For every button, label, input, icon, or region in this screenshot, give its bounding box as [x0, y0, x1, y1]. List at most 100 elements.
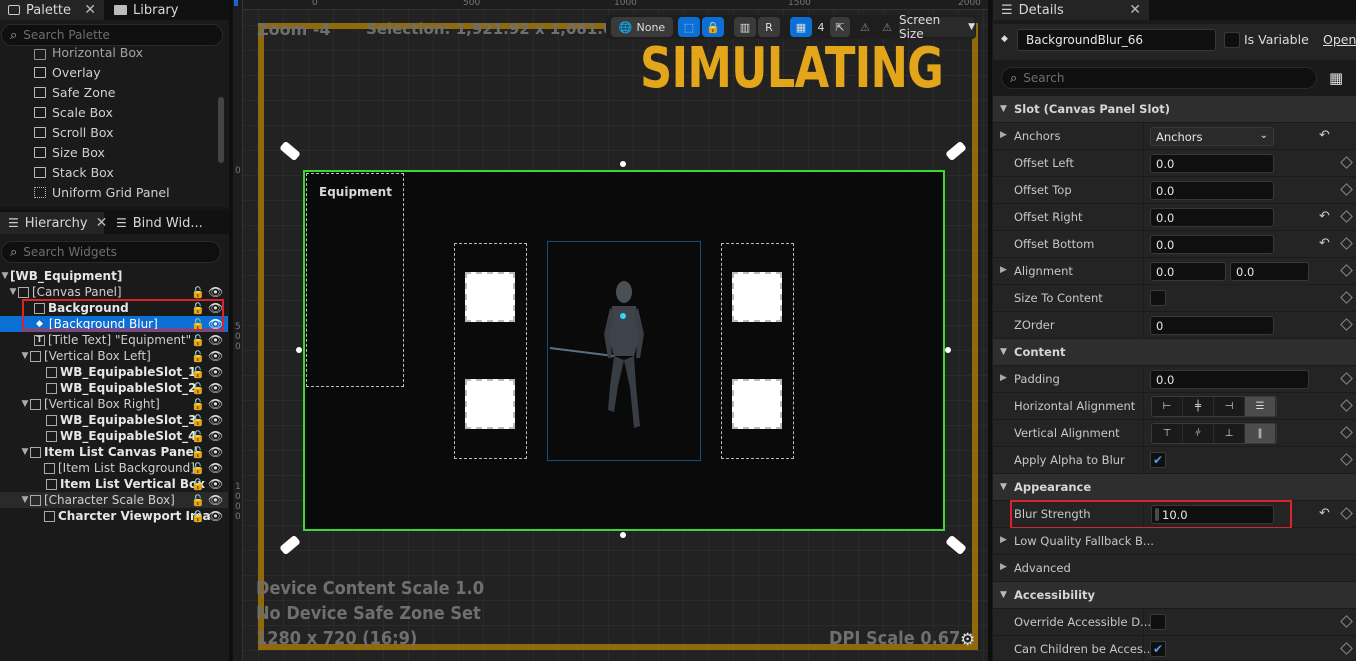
- title-text-box[interactable]: [306, 173, 404, 387]
- grid-size-value[interactable]: 4: [814, 17, 828, 37]
- widget-name-input[interactable]: BackgroundBlur_66: [1017, 29, 1216, 51]
- palette-search-input[interactable]: ⌕ Search Palette: [1, 24, 223, 46]
- panel-divider-right[interactable]: [988, 0, 992, 661]
- lock-icon[interactable]: 🔓: [191, 398, 205, 411]
- offset-left-input[interactable]: 0.0: [1150, 154, 1274, 173]
- eye-icon[interactable]: 👁: [208, 349, 223, 363]
- expand-caret-icon[interactable]: ▶: [1000, 373, 1007, 383]
- lock-icon[interactable]: 🔓: [191, 430, 205, 443]
- anchors-dropdown[interactable]: Anchors ⌄: [1150, 127, 1274, 146]
- palette-item-scale-box[interactable]: Scale Box: [34, 102, 113, 122]
- keyframe-diamond-icon[interactable]: [1340, 426, 1353, 439]
- align-center-h-icon[interactable]: ╪: [1183, 397, 1214, 416]
- close-icon[interactable]: ✕: [1129, 2, 1141, 18]
- align-fill-v-icon[interactable]: ‖: [1245, 424, 1276, 443]
- keyframe-diamond-icon[interactable]: [1340, 156, 1353, 169]
- resize-handle-top[interactable]: [620, 161, 626, 167]
- cursor-icon[interactable]: ⇱: [830, 17, 850, 37]
- eye-icon[interactable]: 👁: [208, 509, 223, 523]
- keyframe-diamond-icon[interactable]: [1340, 291, 1353, 304]
- tree-item-equipable-slot-1[interactable]: WB_EquipableSlot_1 🔓 👁: [0, 364, 228, 380]
- keyframe-diamond-icon[interactable]: [1340, 183, 1353, 196]
- offset-right-input[interactable]: 0.0: [1150, 208, 1274, 227]
- lock-icon[interactable]: 🔓: [191, 286, 205, 299]
- eye-icon[interactable]: 👁: [208, 445, 223, 459]
- palette-item-scroll-box[interactable]: Scroll Box: [34, 122, 113, 142]
- padding-input[interactable]: 0.0: [1150, 370, 1309, 389]
- eye-icon[interactable]: 👁: [208, 493, 223, 507]
- reset-to-default-icon[interactable]: ↶: [1319, 506, 1330, 521]
- size-to-content-checkbox[interactable]: [1150, 290, 1166, 306]
- keyframe-diamond-icon[interactable]: [1340, 507, 1353, 520]
- category-content[interactable]: ▼ Content: [993, 339, 1356, 365]
- gear-icon[interactable]: ⚙: [960, 630, 975, 650]
- eye-icon[interactable]: 👁: [208, 381, 223, 395]
- lock-icon[interactable]: 🔓: [191, 350, 205, 363]
- tab-palette[interactable]: Palette ✕: [0, 0, 104, 20]
- background-preview-button[interactable]: 🌐 None: [611, 17, 673, 37]
- resize-handle-bottom[interactable]: [620, 532, 626, 538]
- collapse-caret-icon[interactable]: ▼: [20, 351, 30, 361]
- lock-icon[interactable]: 🔓: [191, 510, 205, 523]
- align-fill-h-icon[interactable]: ☰: [1245, 397, 1276, 416]
- eye-icon[interactable]: 👁: [208, 333, 223, 347]
- keyframe-diamond-icon[interactable]: [1340, 264, 1353, 277]
- reset-to-default-icon[interactable]: ↶: [1319, 128, 1330, 143]
- align-bottom-icon[interactable]: ⊥: [1214, 424, 1245, 443]
- tree-item-wb-equipment[interactable]: ▼ [WB_Equipment]: [0, 268, 228, 284]
- tree-item-item-list-canvas-panel[interactable]: ▼ Item List Canvas Panel 🔓 👁: [0, 444, 228, 460]
- marquee-select-button[interactable]: ⬚: [678, 17, 700, 37]
- warning-icon[interactable]: ⚠: [856, 17, 874, 37]
- palette-item-stack-box[interactable]: Stack Box: [34, 162, 114, 182]
- keyframe-diamond-icon[interactable]: [1340, 615, 1353, 628]
- align-top-icon[interactable]: ⊤: [1152, 424, 1183, 443]
- align-right-icon[interactable]: ⊣: [1214, 397, 1245, 416]
- layout-toggle-button[interactable]: ▥: [734, 17, 756, 37]
- align-center-v-icon[interactable]: ⫩: [1183, 424, 1214, 443]
- palette-item-overlay[interactable]: Overlay: [34, 62, 101, 82]
- lock-toggle-button[interactable]: 🔒: [702, 17, 724, 37]
- lock-icon[interactable]: 🔓: [191, 478, 205, 491]
- collapse-caret-icon[interactable]: ▼: [20, 447, 30, 457]
- equipable-slot-4[interactable]: [732, 379, 782, 429]
- palette-scrollbar[interactable]: [218, 97, 224, 163]
- screen-size-dropdown[interactable]: Screen Size ▼: [899, 13, 975, 41]
- expand-caret-icon[interactable]: ▶: [1000, 535, 1007, 545]
- eye-icon[interactable]: 👁: [208, 477, 223, 491]
- category-appearance[interactable]: ▼ Appearance: [993, 474, 1356, 500]
- keyframe-diamond-icon[interactable]: [1340, 210, 1353, 223]
- zorder-input[interactable]: 0: [1150, 316, 1274, 335]
- close-icon[interactable]: ✕: [96, 215, 108, 231]
- equipable-slot-3[interactable]: [732, 272, 782, 322]
- tree-item-canvas-panel[interactable]: ▼ [Canvas Panel] 🔓 👁: [0, 284, 228, 300]
- align-left-icon[interactable]: ⊢: [1152, 397, 1183, 416]
- close-icon[interactable]: ✕: [84, 2, 96, 18]
- apply-alpha-checkbox[interactable]: ✔: [1150, 452, 1166, 468]
- expand-caret-icon[interactable]: ▶: [1000, 130, 1007, 140]
- collapse-caret-icon[interactable]: ▼: [8, 287, 18, 297]
- tree-item-vertical-box-left[interactable]: ▼ [Vertical Box Left] 🔓 👁: [0, 348, 228, 364]
- offset-bottom-input[interactable]: 0.0: [1150, 235, 1274, 254]
- tree-item-equipable-slot-2[interactable]: WB_EquipableSlot_2 🔓 👁: [0, 380, 228, 396]
- open-button[interactable]: Open: [1323, 32, 1356, 47]
- tab-library[interactable]: Library: [106, 0, 226, 20]
- panel-divider-left[interactable]: [229, 0, 233, 661]
- palette-item-uniform-grid-panel[interactable]: Uniform Grid Panel: [34, 182, 170, 202]
- lock-icon[interactable]: 🔓: [191, 462, 205, 475]
- eye-icon[interactable]: 👁: [208, 461, 223, 475]
- hierarchy-search-input[interactable]: ⌕ Search Widgets: [1, 241, 221, 263]
- lock-icon[interactable]: 🔓: [191, 446, 205, 459]
- tab-hierarchy[interactable]: ☰ Hierarchy ✕: [0, 212, 107, 234]
- alignment-x-input[interactable]: 0.0: [1150, 262, 1226, 281]
- eye-icon[interactable]: 👁: [208, 413, 223, 427]
- tree-item-character-viewport-image[interactable]: Charcter Viewport Ima 🔓 👁: [0, 508, 228, 524]
- keyframe-diamond-icon[interactable]: [1340, 318, 1353, 331]
- lock-icon[interactable]: 🔓: [191, 334, 205, 347]
- eye-icon[interactable]: 👁: [208, 365, 223, 379]
- lock-icon[interactable]: 🔓: [191, 366, 205, 379]
- property-matrix-icon[interactable]: ▦: [1329, 69, 1343, 87]
- equipable-slot-2[interactable]: [465, 379, 515, 429]
- palette-item-safe-zone[interactable]: Safe Zone: [34, 82, 115, 102]
- eye-icon[interactable]: 👁: [208, 397, 223, 411]
- details-search-input[interactable]: ⌕ Search: [1001, 67, 1317, 89]
